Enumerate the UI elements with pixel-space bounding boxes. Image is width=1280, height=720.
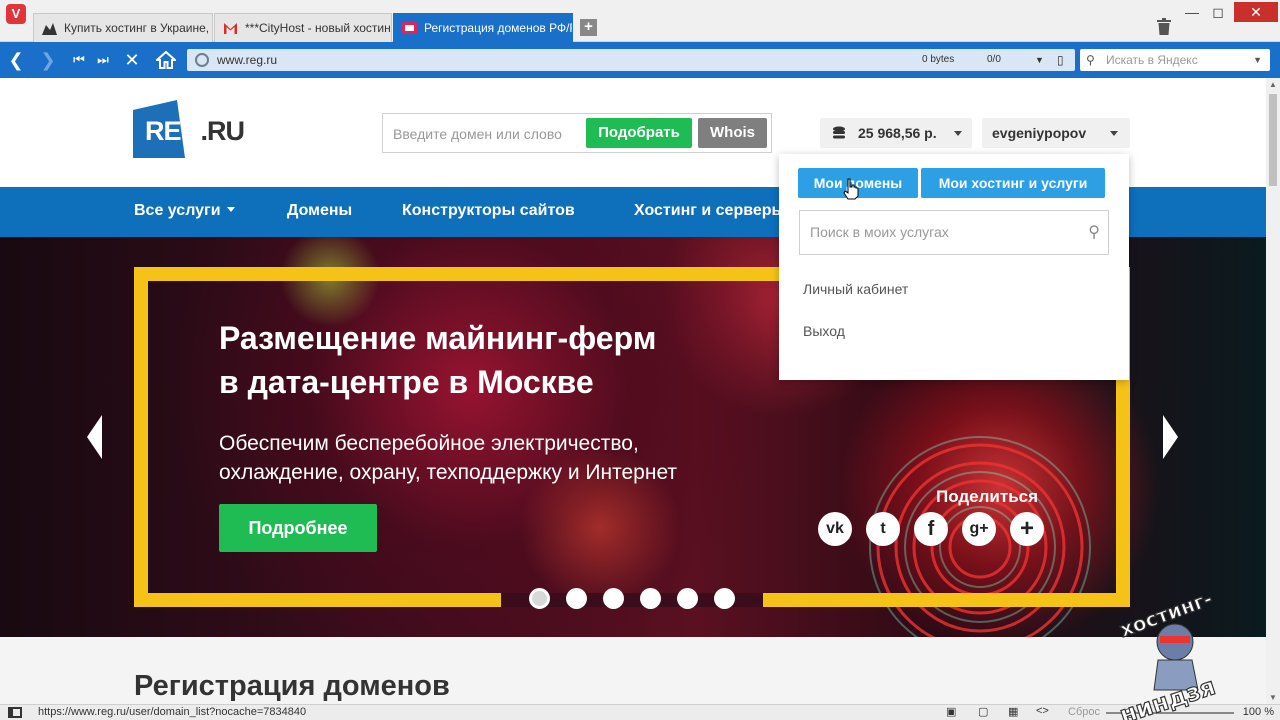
panel-toggle-icon[interactable] xyxy=(8,707,22,718)
home-icon[interactable] xyxy=(154,42,178,78)
bookmark-icon[interactable]: ▯ xyxy=(1057,49,1064,71)
coins-icon xyxy=(833,126,845,139)
slider-prev-icon[interactable] xyxy=(87,415,102,459)
user-chevron-down-icon xyxy=(1110,131,1118,136)
hero-title: Размещение майнинг-ферм в дата-центре в … xyxy=(219,320,657,400)
user-dropdown-menu: Мои домены Мои хостинг и услуги Поиск в … xyxy=(779,154,1129,380)
trash-icon[interactable] xyxy=(1157,18,1171,39)
tab-3-title: Регистрация доменов РФ/R xyxy=(424,21,573,35)
balance-chevron-down-icon xyxy=(954,131,962,136)
forward-icon[interactable]: ❯ xyxy=(36,42,60,78)
domain-search-input[interactable]: Введите домен или слово xyxy=(393,126,562,142)
my-services-search-input[interactable]: Поиск в моих услугах ⚲ xyxy=(799,210,1109,255)
plus-icon[interactable]: + xyxy=(1010,512,1044,546)
pick-domain-button[interactable]: Подобрать xyxy=(586,118,692,148)
yandex-search-placeholder: Искать в Яндекс xyxy=(1106,53,1198,67)
menu-domains[interactable]: Домены xyxy=(287,187,352,237)
scrollbar-thumb[interactable] xyxy=(1269,94,1277,186)
new-tab-button[interactable]: + xyxy=(580,19,597,36)
logout-link[interactable]: Выход xyxy=(803,323,845,339)
search-icon[interactable]: ⚲ xyxy=(1088,211,1100,254)
status-link-url: https://www.reg.ru/user/domain_list?noca… xyxy=(38,706,307,718)
hero-subtitle: Обеспечим бесперебойное электричество, о… xyxy=(219,432,678,484)
menu-hosting-servers[interactable]: Хостинг и серверы xyxy=(634,187,785,237)
stop-icon[interactable]: ✕ xyxy=(120,42,144,78)
code-icon[interactable]: <> xyxy=(1036,705,1049,717)
menu-all-services-label: Все услуги xyxy=(134,202,221,219)
gmail-favicon-icon xyxy=(224,23,237,34)
tab-2[interactable]: ***CityHost - новый хостинг xyxy=(214,13,392,42)
browser-menu-logo-icon[interactable]: V xyxy=(6,4,26,24)
slider-next-icon[interactable] xyxy=(1163,415,1178,459)
search-icon: ⚲ xyxy=(1086,53,1095,67)
domain-search-form: Введите домен или слово Подобрать Whois xyxy=(382,113,772,153)
image-icon[interactable]: ▦ xyxy=(1008,705,1018,718)
window-icon[interactable]: ▢ xyxy=(978,705,988,718)
tab-1[interactable]: Купить хостинг в Украине, E xyxy=(33,13,213,42)
twitter-icon[interactable]: t xyxy=(866,512,900,546)
whois-button[interactable]: Whois xyxy=(698,118,767,148)
username: evgeniypopov xyxy=(992,125,1087,141)
rewind-icon[interactable]: ⏮ xyxy=(67,42,91,78)
zoom-reset-button[interactable]: Сброс xyxy=(1068,706,1100,718)
hosting-ninja-watermark: хостинг- ниндзя xyxy=(1116,586,1220,720)
slider-dot-1[interactable] xyxy=(529,588,550,609)
user-dropdown[interactable]: evgeniypopov xyxy=(982,118,1130,148)
tab-2-title: ***CityHost - новый хостинг xyxy=(245,21,392,35)
chart-favicon-icon xyxy=(42,23,57,35)
slider-dot-6[interactable] xyxy=(714,588,735,609)
camera-icon[interactable]: ▣ xyxy=(946,705,956,718)
url-text: www.reg.ru xyxy=(217,53,278,67)
share-label: Поделиться xyxy=(936,487,1039,506)
slider-dot-5[interactable] xyxy=(677,588,698,609)
balance-amount: 25 968,56 р. xyxy=(858,125,937,141)
regru-favicon-icon xyxy=(402,22,417,34)
balance-dropdown[interactable]: 25 968,56 р. xyxy=(820,118,972,148)
my-hosting-button[interactable]: Мои хостинг и услуги xyxy=(921,168,1105,198)
slider-dot-4[interactable] xyxy=(640,588,661,609)
hand-cursor-icon xyxy=(843,178,859,200)
slider-dot-2[interactable] xyxy=(566,588,587,609)
slider-dot-3[interactable] xyxy=(603,588,624,609)
url-dropdown-icon[interactable]: ▼ xyxy=(1035,49,1044,71)
page-scrollbar[interactable]: ▲ ▼ xyxy=(1266,78,1280,704)
personal-cabinet-link[interactable]: Личный кабинет xyxy=(803,281,908,297)
url-input[interactable]: www.reg.ru 0 bytes 0/0 ▼ ▯ xyxy=(187,49,1075,71)
menu-chevron-down-icon xyxy=(227,207,235,212)
close-window-icon[interactable]: ✕ xyxy=(1234,2,1278,22)
facebook-icon[interactable]: f xyxy=(914,512,948,546)
scroll-up-icon[interactable]: ▲ xyxy=(1269,80,1277,89)
fast-forward-icon[interactable]: ⏭ xyxy=(91,42,115,78)
search-engine-dropdown-icon[interactable]: ▼ xyxy=(1253,49,1262,71)
menu-all-services[interactable]: Все услуги xyxy=(134,187,235,237)
my-services-search-placeholder: Поиск в моих услугах xyxy=(810,224,949,240)
globe-icon xyxy=(195,53,209,67)
minimize-icon[interactable]: — xyxy=(1178,2,1206,22)
logo-main-text: REG xyxy=(145,116,202,146)
web-page: REG.RU Введите домен или слово Подобрать… xyxy=(0,78,1266,704)
maximize-icon[interactable]: ◻ xyxy=(1204,2,1232,22)
section-title: Регистрация доменов xyxy=(134,670,450,702)
browser-tab-bar: V Купить хостинг в Украине, E ***CityHos… xyxy=(0,0,1280,42)
page-counter: 0/0 xyxy=(987,54,1001,65)
google-plus-icon[interactable]: g+ xyxy=(962,512,996,546)
back-icon[interactable]: ❮ xyxy=(4,42,28,78)
tab-1-title: Купить хостинг в Украине, E xyxy=(64,21,213,35)
zoom-level: 100 % xyxy=(1242,706,1274,718)
tab-3-active[interactable]: Регистрация доменов РФ/R xyxy=(393,13,573,42)
yandex-search-input[interactable]: ⚲ Искать в Яндекс ▼ xyxy=(1080,49,1270,71)
scroll-down-icon[interactable]: ▼ xyxy=(1269,693,1277,702)
logo-ru-text: .RU xyxy=(200,116,245,146)
vk-icon[interactable]: vk xyxy=(818,512,852,546)
bytes-counter: 0 bytes xyxy=(922,54,955,65)
browser-status-bar: https://www.reg.ru/user/domain_list?noca… xyxy=(0,704,1280,720)
details-button[interactable]: Подробнее xyxy=(219,504,377,552)
menu-site-builders[interactable]: Конструкторы сайтов xyxy=(402,187,575,237)
browser-address-bar: ❮ ❯ ⏮ ⏭ ✕ www.reg.ru 0 bytes 0/0 ▼ ▯ ⚲ И… xyxy=(0,42,1280,78)
